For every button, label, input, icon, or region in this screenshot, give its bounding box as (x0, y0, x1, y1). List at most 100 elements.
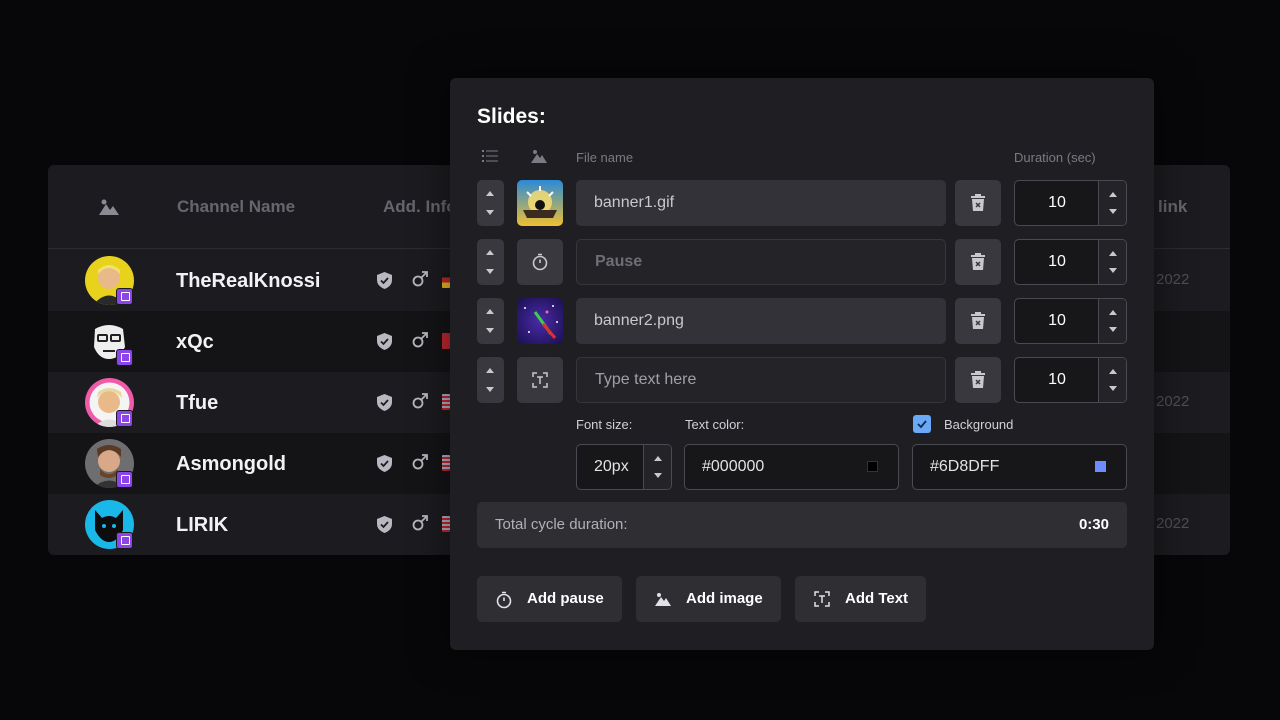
timer-icon (532, 253, 548, 271)
twitch-icon (116, 288, 133, 305)
header-add-info: Add. Info (383, 197, 457, 216)
verified-shield-icon (377, 272, 392, 289)
slide-thumbnail (517, 239, 563, 285)
trash-icon (971, 194, 985, 211)
text-color-input[interactable]: #000000 (684, 444, 899, 490)
text-frame-icon (814, 591, 830, 607)
delete-slide-button[interactable] (955, 239, 1001, 285)
flag-icon (442, 394, 450, 410)
duration-spin[interactable] (1098, 299, 1126, 343)
total-label: Total cycle duration: (495, 516, 628, 533)
duration-value[interactable]: 10 (1015, 299, 1099, 343)
flag-icon (442, 272, 450, 288)
text-color-label: Text color: (685, 417, 745, 432)
add-image-button[interactable]: Add image (636, 576, 781, 622)
background-label: Background (944, 417, 1014, 432)
duration-value[interactable]: 10 (1015, 358, 1099, 402)
move-down-icon[interactable] (486, 269, 494, 274)
text-color-value[interactable]: #000000 (702, 445, 764, 489)
reorder-stepper[interactable] (477, 180, 504, 226)
add-text-label: Add Text (845, 590, 909, 607)
move-up-icon[interactable] (486, 250, 494, 255)
flag-icon (442, 516, 450, 532)
reorder-stepper[interactable] (477, 298, 504, 344)
move-up-icon[interactable] (486, 309, 494, 314)
verified-shield-icon (377, 333, 392, 350)
male-icon (412, 332, 428, 348)
timer-icon (496, 591, 512, 609)
decrement-icon[interactable] (654, 473, 662, 478)
duration-spin[interactable] (1098, 240, 1126, 284)
slide-row: 10 (477, 357, 1127, 403)
channel-name: LIRIK (176, 514, 229, 536)
add-text-button[interactable]: Add Text (795, 576, 926, 622)
decrement-icon[interactable] (1109, 209, 1117, 214)
duration-stepper[interactable]: 10 (1014, 357, 1127, 403)
add-pause-button[interactable]: Add pause (477, 576, 622, 622)
reorder-stepper[interactable] (477, 239, 504, 285)
modal-title: Slides: (477, 105, 546, 128)
image-icon (531, 150, 547, 163)
delete-slide-button[interactable] (955, 180, 1001, 226)
increment-icon[interactable] (1109, 251, 1117, 256)
slide-thumbnail (517, 357, 563, 403)
duration-spin[interactable] (1098, 358, 1126, 402)
slide-row: Pause 10 (477, 239, 1127, 285)
slide-thumbnail (517, 180, 563, 226)
duration-value[interactable]: 10 (1015, 181, 1099, 225)
move-up-icon[interactable] (486, 368, 494, 373)
trash-icon (971, 371, 985, 388)
male-icon (412, 271, 428, 287)
duration-spin[interactable] (1098, 181, 1126, 225)
text-color-swatch[interactable] (867, 461, 878, 472)
male-icon (412, 454, 428, 470)
increment-icon[interactable] (1109, 192, 1117, 197)
flag-icon (442, 455, 450, 471)
header-link: link (1158, 197, 1188, 216)
background-color-swatch[interactable] (1095, 461, 1106, 472)
increment-icon[interactable] (1109, 369, 1117, 374)
move-down-icon[interactable] (486, 387, 494, 392)
slide-file-name-field[interactable] (576, 180, 946, 226)
slide-thumbnail (517, 298, 563, 344)
slides-modal: Slides: File name Duration (sec) 10 Paus… (450, 78, 1154, 650)
font-size-value[interactable]: 20px (594, 445, 629, 489)
channel-name: xQc (176, 331, 214, 353)
slide-file-name-field[interactable] (576, 298, 946, 344)
flag-icon (442, 333, 450, 349)
increment-icon[interactable] (654, 456, 662, 461)
move-down-icon[interactable] (486, 210, 494, 215)
decrement-icon[interactable] (1109, 327, 1117, 332)
slide-row: 10 (477, 298, 1127, 344)
duration-value[interactable]: 10 (1015, 240, 1099, 284)
background-color-input[interactable]: #6D8DFF (912, 444, 1127, 490)
image-icon (99, 199, 119, 215)
delete-slide-button[interactable] (955, 357, 1001, 403)
twitch-icon (116, 471, 133, 488)
column-duration: Duration (sec) (1014, 150, 1096, 165)
row-date: 2022 (1156, 393, 1190, 410)
duration-stepper[interactable]: 10 (1014, 180, 1127, 226)
channel-name: TheRealKnossi (176, 270, 321, 292)
verified-shield-icon (377, 394, 392, 411)
move-up-icon[interactable] (486, 191, 494, 196)
move-down-icon[interactable] (486, 328, 494, 333)
list-icon (482, 150, 498, 162)
increment-icon[interactable] (1109, 310, 1117, 315)
delete-slide-button[interactable] (955, 298, 1001, 344)
font-size-stepper[interactable]: 20px (576, 444, 672, 490)
font-size-spin[interactable] (643, 445, 671, 489)
slide-text-input[interactable] (576, 357, 946, 403)
duration-stepper[interactable]: 10 (1014, 239, 1127, 285)
male-icon (412, 515, 428, 531)
background-color-value[interactable]: #6D8DFF (930, 445, 999, 489)
background-checkbox[interactable] (913, 415, 931, 433)
twitch-icon (116, 349, 133, 366)
reorder-stepper[interactable] (477, 357, 504, 403)
decrement-icon[interactable] (1109, 386, 1117, 391)
pause-label: Pause (576, 239, 946, 285)
duration-stepper[interactable]: 10 (1014, 298, 1127, 344)
add-image-label: Add image (686, 590, 763, 607)
total-value: 0:30 (1078, 516, 1109, 533)
decrement-icon[interactable] (1109, 268, 1117, 273)
